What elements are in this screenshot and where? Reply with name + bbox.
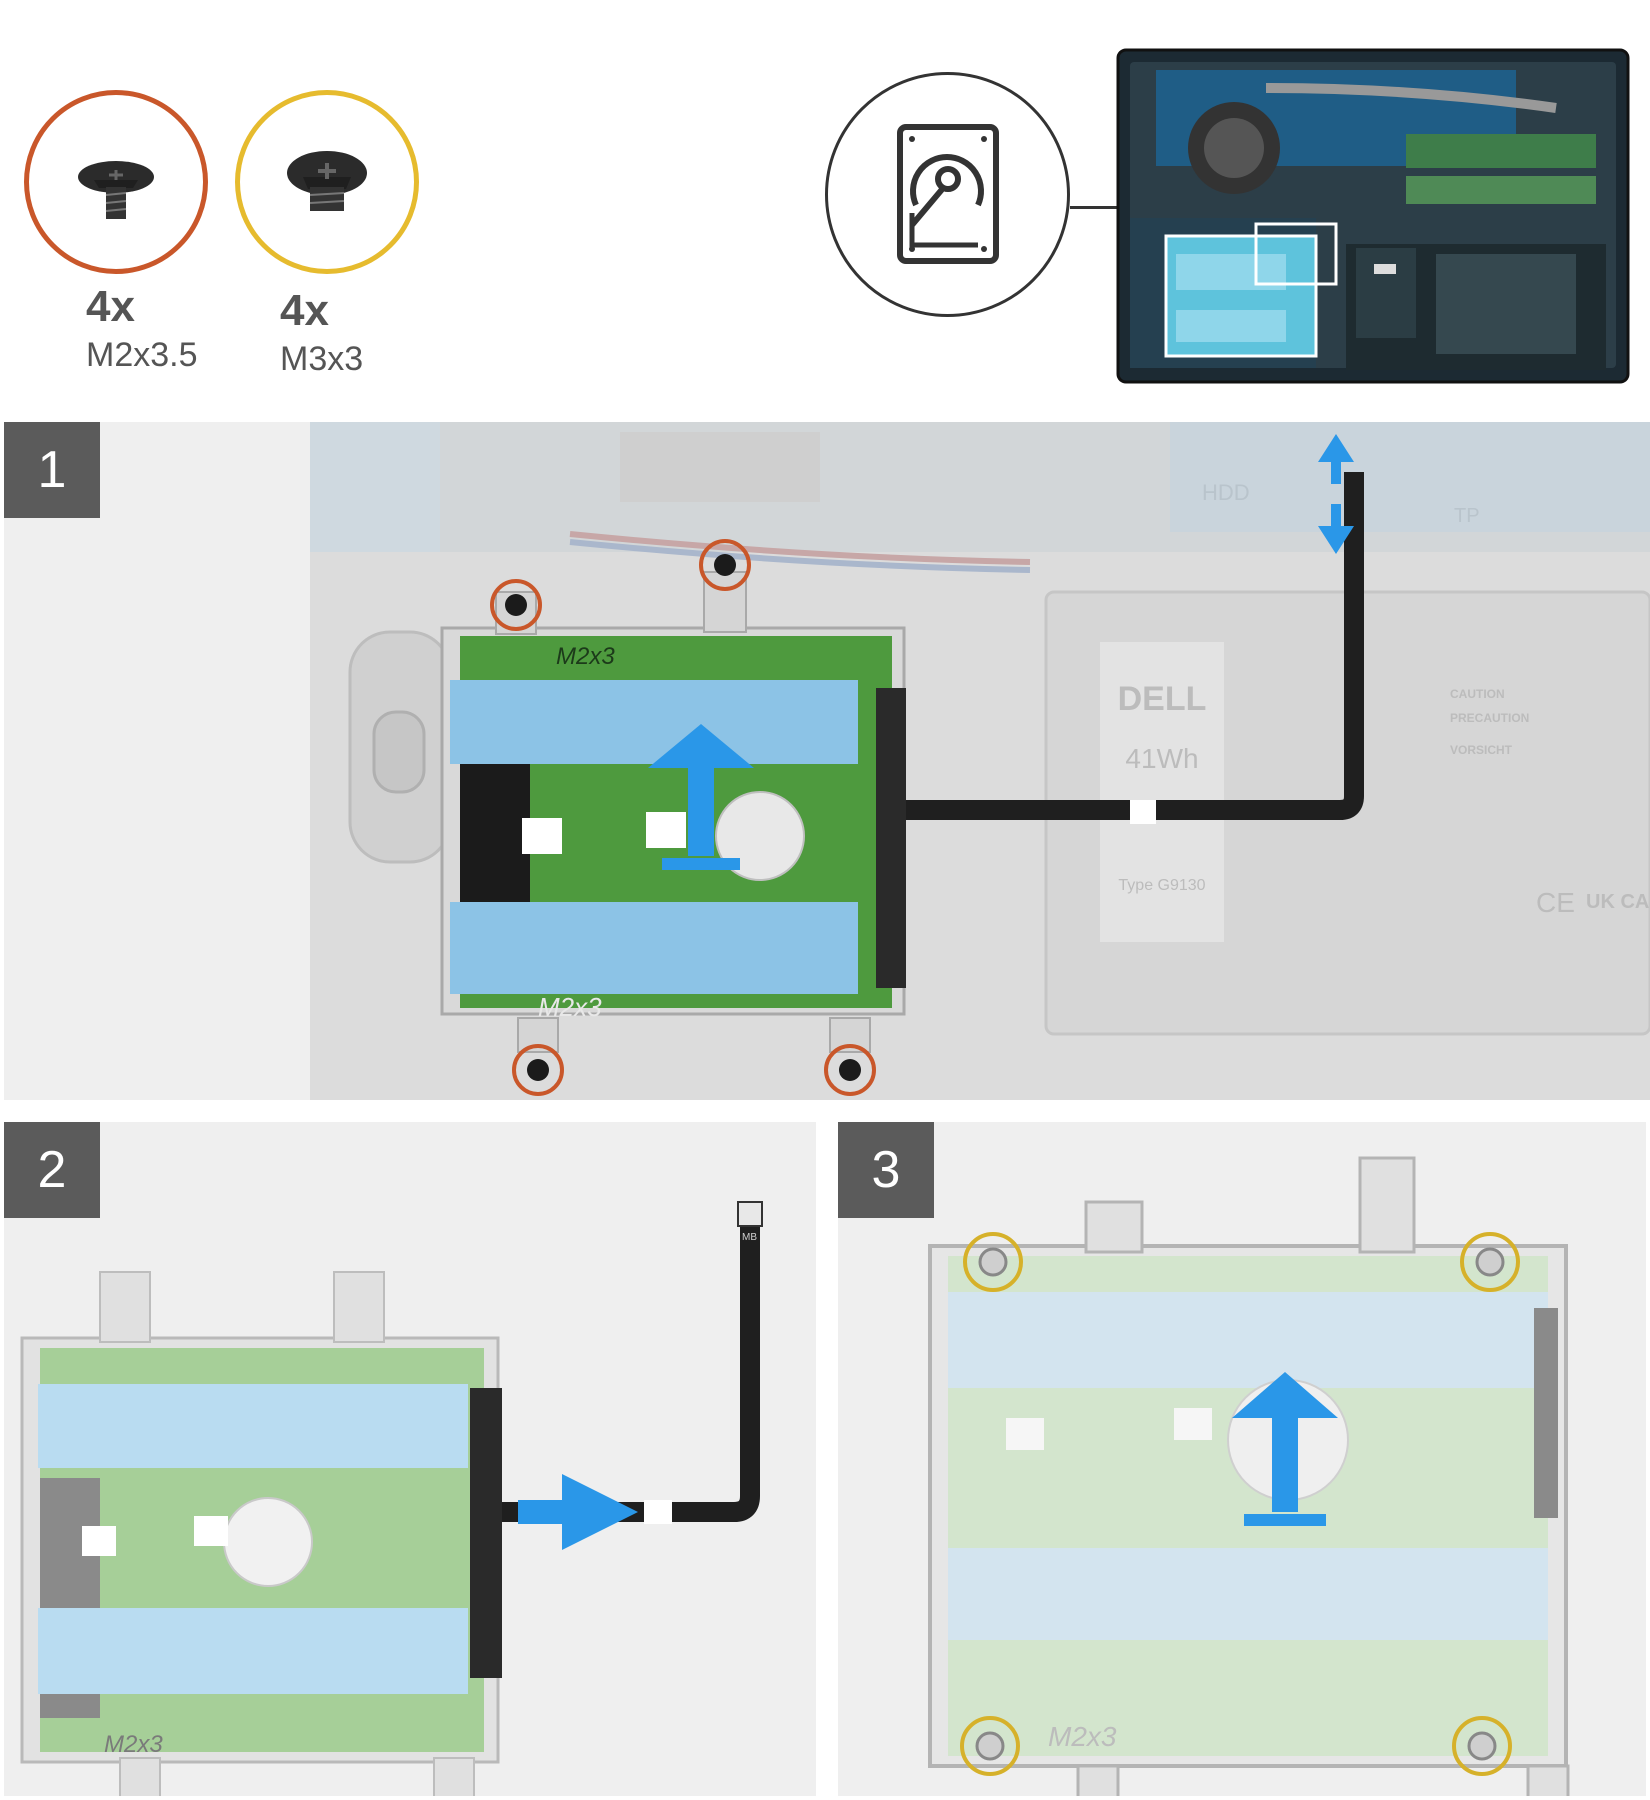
step-1-screw-2 (699, 539, 751, 591)
step-1-panel: 1 DELL 41Wh Type G9130 CAUTION PRECAUTIO… (4, 422, 1650, 1100)
step-1-screw-1 (490, 579, 542, 631)
step-3-panel: 3 M2x3 (838, 1122, 1646, 1796)
screw-m2x3.5-icon (78, 161, 154, 219)
step-1-screw-3 (512, 1044, 564, 1096)
step-2-panel: 2 M2x3 MB (4, 1122, 816, 1796)
hard-drive-icon (897, 124, 999, 264)
step-1-screw-4 (824, 1044, 876, 1096)
step-2-screw-mark: M2x3 (104, 1731, 163, 1758)
step-1-lift-arrow (648, 724, 754, 870)
step-1-screw-callouts (490, 434, 1354, 1096)
screw-m3x3-ring (235, 90, 419, 274)
screw-m3x3-icon (287, 151, 367, 211)
step-2-fpc-tag: MB (742, 1232, 757, 1243)
step-2-push-arrow (518, 1474, 638, 1550)
step-3-illustration: M2x3 (928, 1156, 1570, 1796)
step-3-screw-mark: M2x3 (1048, 1721, 1117, 1752)
screw-m2x3.5-ring (24, 90, 208, 274)
step-2-illustration: M2x3 MB (20, 1201, 763, 1796)
screw-m2x3.5-count: 4x (86, 282, 135, 331)
component-icon-ring (825, 72, 1070, 317)
screw-m3x3-count: 4x (280, 286, 329, 335)
screw-m2x3.5-size: M2x3.5 (86, 336, 198, 374)
step-1-badge: 1 (4, 422, 100, 518)
screw-m3x3-size: M3x3 (280, 340, 364, 378)
laptop-base-overview (1116, 48, 1630, 384)
step-1-disconnect-arrow (1318, 434, 1354, 554)
